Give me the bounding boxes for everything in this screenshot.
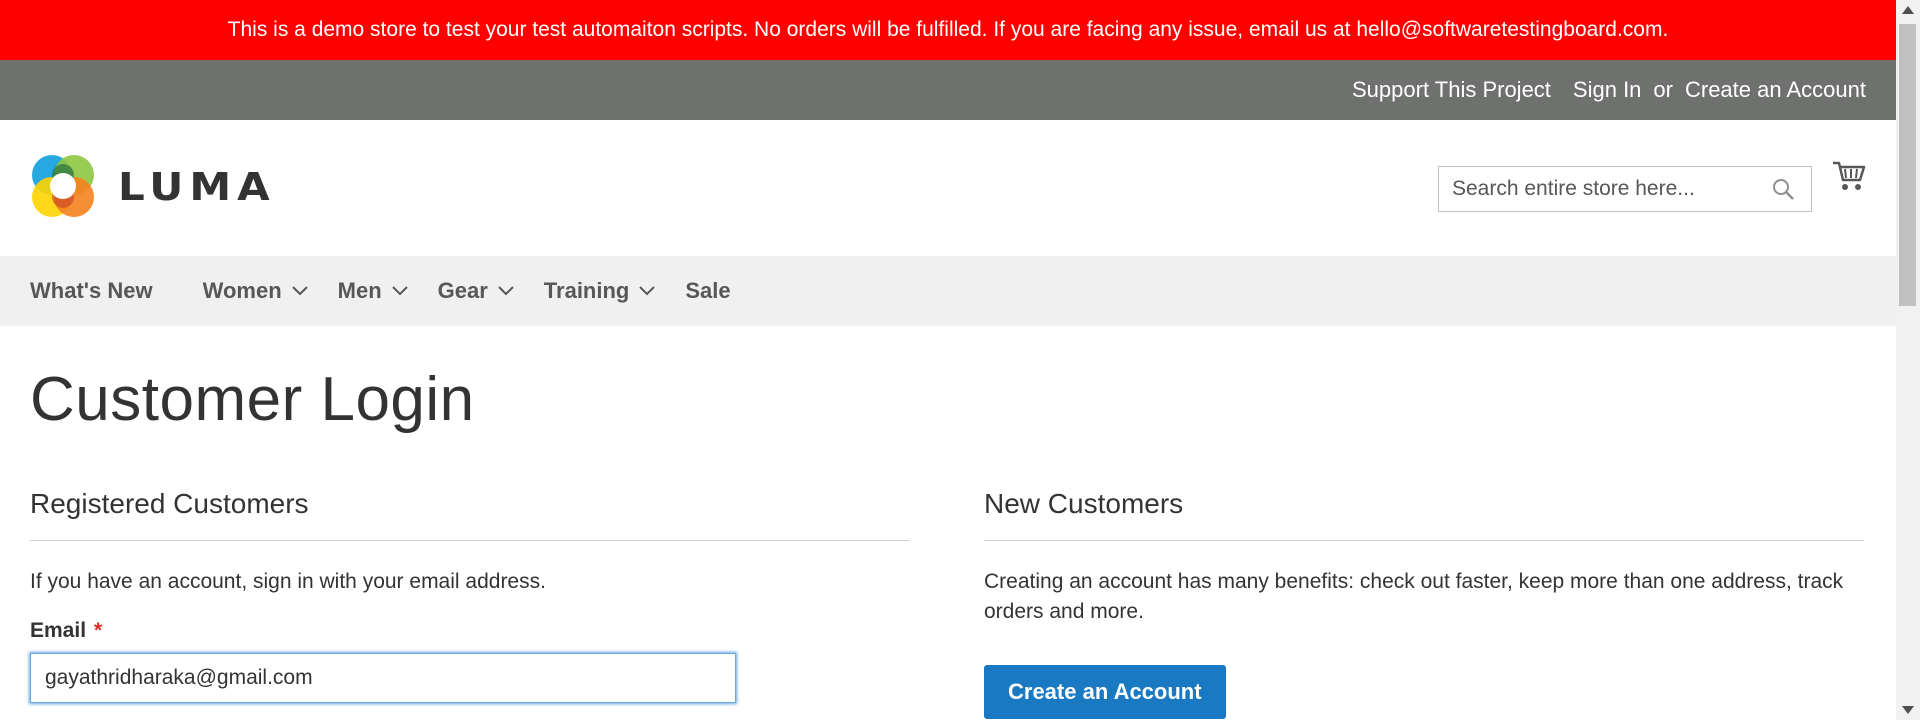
or-separator: or [1653,77,1673,102]
main-nav: What's New Women Men Gear Training Sale [0,256,1896,326]
create-account-link[interactable]: Create an Account [1685,77,1866,103]
chevron-down-icon [498,286,514,296]
logo-text: LUMA [118,163,276,209]
demo-banner-text: This is a demo store to test your test a… [227,18,1669,41]
cart-icon[interactable] [1832,160,1866,197]
new-customers-title: New Customers [984,488,1864,541]
scroll-up-icon[interactable] [1902,6,1914,14]
new-customers-block: New Customers Creating an account has ma… [984,488,1864,719]
chevron-down-icon [639,286,656,296]
nav-item-label: Gear [437,278,488,303]
registered-customers-text: If you have an account, sign in with you… [30,570,546,593]
nav-item-label: Training [543,278,630,303]
nav-item-gear[interactable]: Gear [438,278,514,304]
nav-item-label: What's New [30,278,153,303]
page-title: Customer Login [30,365,475,434]
search-box [1438,166,1812,212]
email-field[interactable] [30,653,736,703]
top-panel: Support This Project Sign In or Create a… [0,60,1896,120]
email-label: Email * [30,619,910,643]
chevron-down-icon [291,286,308,296]
new-customers-text: Creating an account has many benefits: c… [984,570,1844,623]
chevron-down-icon [391,286,408,296]
logo[interactable]: LUMA [30,153,276,219]
search-icon[interactable] [1771,177,1795,206]
nav-item-label: Sale [685,278,731,303]
registered-customers-block: Registered Customers If you have an acco… [30,488,910,703]
email-label-text: Email [30,619,87,642]
nav-item-men[interactable]: Men [338,278,408,304]
nav-item-sale[interactable]: Sale [685,278,730,304]
page: This is a demo store to test your test a… [0,0,1896,720]
nav-item-training[interactable]: Training [544,278,656,304]
scroll-down-icon[interactable] [1902,706,1914,714]
search-input[interactable] [1439,177,1762,201]
nav-item-label: Men [337,278,382,303]
required-mark: * [94,619,103,642]
header: LUMA [0,120,1896,256]
registered-customers-title: Registered Customers [30,488,910,541]
nav-item-label: Women [202,278,282,303]
sign-in-link[interactable]: Sign In [1573,77,1642,103]
scrollbar[interactable] [1896,0,1920,720]
demo-banner: This is a demo store to test your test a… [0,0,1896,60]
luma-logo-icon [32,155,94,217]
create-account-button[interactable]: Create an Account [984,665,1226,719]
support-project-link[interactable]: Support This Project [1352,77,1551,103]
scroll-thumb[interactable] [1899,24,1916,306]
nav-item-whats-new[interactable]: What's New [30,278,153,304]
nav-item-women[interactable]: Women [203,278,308,304]
